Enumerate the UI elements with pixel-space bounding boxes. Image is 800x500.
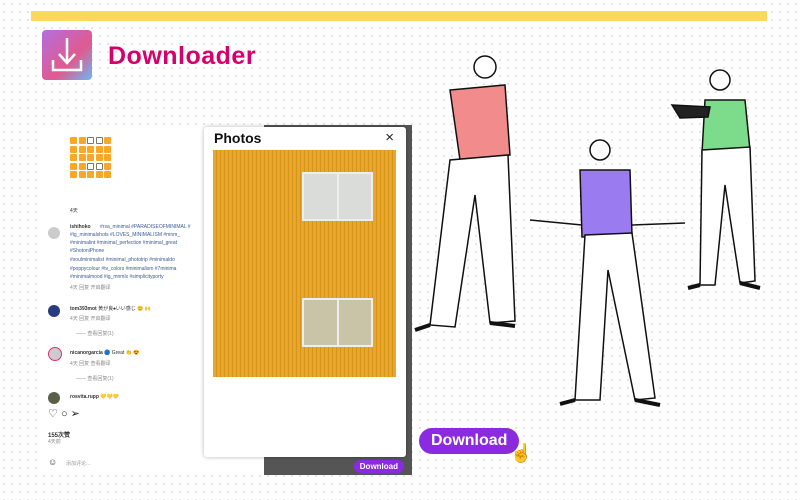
comment-user[interactable]: tom393mot: [70, 306, 97, 312]
popup-title: Photos: [214, 130, 262, 146]
caption-line: #minimalint #minimal_perfection #minimal…: [70, 240, 177, 246]
caption-line: #minimalmood #ig_mnmlx #simplicityporty: [70, 274, 164, 280]
download-button-small[interactable]: Download: [353, 460, 404, 473]
download-button[interactable]: Download: [419, 428, 520, 454]
view-replies-link[interactable]: —— 查看回复(1): [76, 330, 114, 337]
caption-line: #rsa_minimal #PARADISEOFMINIMAL #: [100, 224, 191, 230]
avatar[interactable]: [48, 227, 60, 239]
close-icon[interactable]: ×: [385, 129, 394, 146]
photo-preview[interactable]: [213, 150, 396, 377]
comment-user[interactable]: rosvita.rupp: [70, 394, 99, 400]
post-date: 4天前: [48, 439, 61, 445]
avatar[interactable]: [48, 305, 60, 317]
comment-meta: 4天 回复 开启翻译: [70, 316, 111, 322]
avatar[interactable]: [48, 392, 60, 404]
window: [302, 172, 373, 221]
comment-input[interactable]: 添加评论...: [66, 460, 90, 467]
comment-text: 💛💛💛: [100, 394, 119, 400]
photos-popup: Photos ×: [204, 127, 406, 457]
caption-line: #soulminimalist #minimal_phototrip #mini…: [70, 257, 175, 263]
post-time: 4天: [70, 208, 78, 214]
top-accent-bar: [31, 11, 767, 21]
avatar[interactable]: [48, 347, 62, 361]
caption-line: #ShotoniPhone: [70, 248, 105, 254]
comment-text: 黄が良♠いい感じ 😊 🙌: [98, 306, 151, 312]
view-replies-link[interactable]: —— 查看回复(1): [76, 375, 114, 382]
caption-user[interactable]: ishihoko: [70, 224, 91, 230]
window: [302, 298, 373, 347]
instagram-screenshot: 4天 ishihoko #rsa_minimal #PARADISEOFMINI…: [42, 125, 412, 475]
caption-line: #ig_minimalshots #LOVES_MINIMALISM #mnm_: [70, 232, 181, 238]
heart-icon[interactable]: ♡: [48, 408, 58, 420]
comment-meta: 4天 回复 查看翻译: [70, 361, 111, 367]
comment-text: 🔵 Great 👏 😍: [104, 350, 140, 356]
emoji-icon[interactable]: ☺: [48, 457, 57, 467]
brand-name: Downloader: [108, 42, 257, 70]
share-icon[interactable]: ➢: [71, 408, 80, 420]
caption-meta: 4天 回复 开启翻译: [70, 285, 111, 291]
comment-icon[interactable]: ○: [61, 408, 68, 420]
people-illustration: [414, 55, 761, 407]
download-logo-icon: [42, 30, 92, 80]
caption-line: #poppycolour #tv_colors #minimalism #7mi…: [70, 266, 177, 272]
post-thumbnail: [70, 137, 111, 178]
hand-cursor-icon: ☝: [510, 443, 533, 463]
comment-user[interactable]: nicanorgarcia: [70, 350, 103, 356]
